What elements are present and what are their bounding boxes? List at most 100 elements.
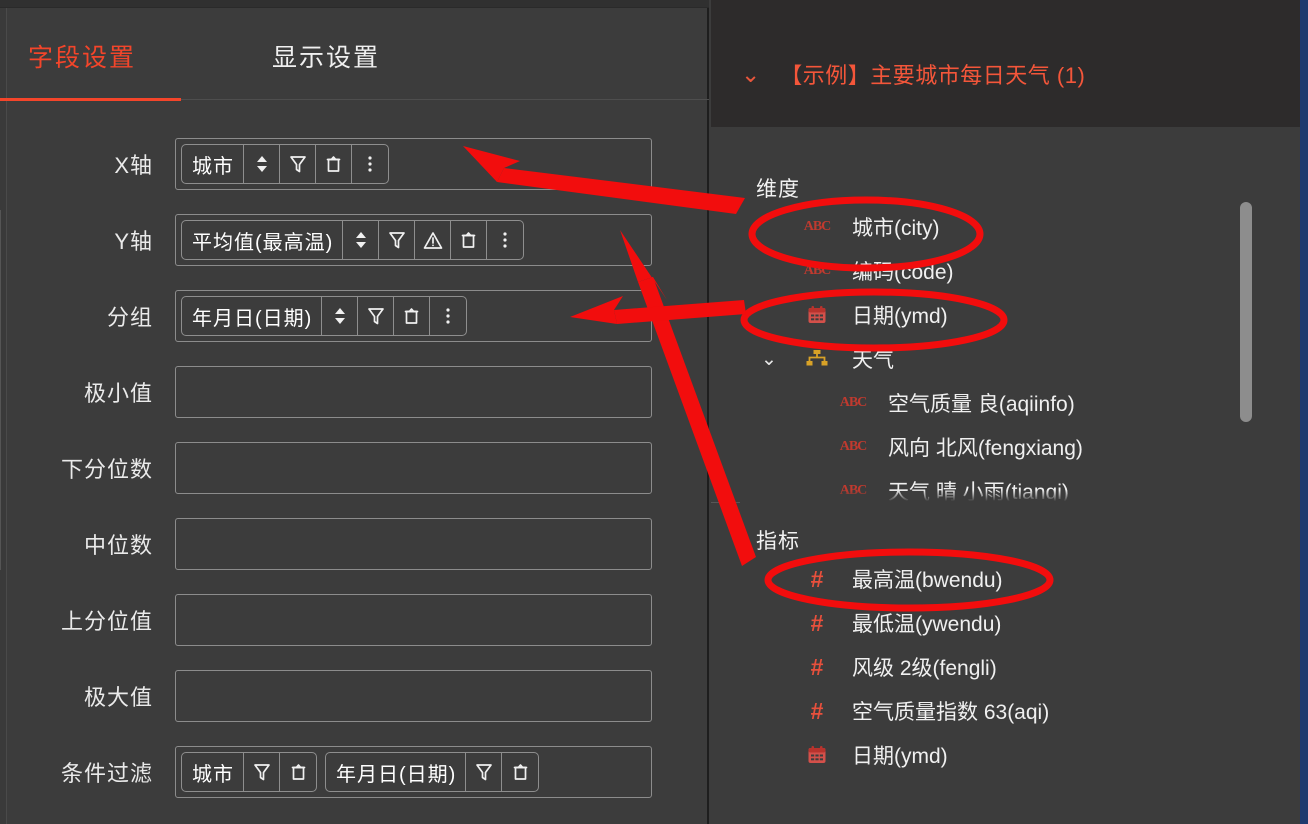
sort-icon[interactable] <box>244 145 280 183</box>
field-row-label: 中位数 <box>83 533 153 558</box>
field-row: X轴 城市 <box>0 138 709 190</box>
field-dropzone[interactable] <box>175 442 652 494</box>
field-chip[interactable]: 平均值(最高温) <box>181 220 525 260</box>
warning-icon[interactable] <box>415 221 452 259</box>
field-rows-container: X轴 城市 Y轴 平均值(最高温) 分组 年月日(日期) 极小值 下分位数 中位数 上分位值 极大值… <box>0 100 709 824</box>
field-row-label: X轴 <box>114 153 153 178</box>
metric-label: 最低温(ywendu) <box>852 613 1002 636</box>
metric-label: 日期(ymd) <box>852 745 948 768</box>
chart-field-config-screen: 字段设置 显示设置 X轴 城市 Y轴 平均值(最高温) 分组 年月日(日期) 极小值 下分位数… <box>0 0 1308 824</box>
calendar-icon <box>800 745 834 765</box>
dataset-title: 【示例】主要城市每日天气 (1) <box>780 63 1086 88</box>
filter-icon[interactable] <box>466 753 503 791</box>
abc-icon: ABC <box>803 219 832 234</box>
dataset-body: 维度 ABC 城市(city) ABC 编码(code) 日期(ymd) ⌄ 天气 ABC 空气… <box>711 127 1308 824</box>
field-row-label: 极小值 <box>83 381 153 406</box>
dimension-list-item[interactable]: ABC 城市(city) <box>756 205 1083 249</box>
field-row: 上分位值 <box>0 594 709 646</box>
metric-list: # 最高温(bwendu) # 最低温(ywendu) # 风级 2级(fengli) # 空… <box>756 557 1049 777</box>
field-settings-panel: 字段设置 显示设置 X轴 城市 Y轴 平均值(最高温) 分组 年月日(日期) 极小值 下分位数… <box>0 0 709 824</box>
dataset-scrollbar-thumb[interactable] <box>1240 202 1252 422</box>
hash-icon: # <box>810 653 824 680</box>
filter-icon[interactable] <box>379 221 416 259</box>
hierarchy-icon <box>800 349 834 369</box>
field-row: Y轴 平均值(最高温) <box>0 214 709 266</box>
dataset-panel: ⌄ 【示例】主要城市每日天气 (1) 维度 ABC 城市(city) ABC 编码(c… <box>711 0 1308 824</box>
field-dropzone[interactable] <box>175 594 652 646</box>
dimension-label: 风向 北风(fengxiang) <box>888 437 1083 460</box>
dimension-list-item[interactable]: ABC 风向 北风(fengxiang) <box>756 425 1083 469</box>
dataset-scrollbar-track[interactable] <box>1240 190 1252 500</box>
dimension-list-item[interactable]: 日期(ymd) <box>756 293 1083 337</box>
more-icon[interactable] <box>430 297 466 335</box>
metric-list-item[interactable]: # 最低温(ywendu) <box>756 601 1049 645</box>
delete-icon[interactable] <box>451 221 488 259</box>
field-row: 中位数 <box>0 518 709 570</box>
dimension-list-item[interactable]: ABC 编码(code) <box>756 249 1083 293</box>
settings-tabbar: 字段设置 显示设置 <box>0 8 709 101</box>
field-chip-label: 年月日(日期) <box>326 753 467 791</box>
field-dropzone[interactable] <box>175 518 652 570</box>
field-dropzone[interactable]: 平均值(最高温) <box>175 214 652 266</box>
field-row-label: 条件过滤 <box>60 761 153 786</box>
dimension-list-item[interactable]: ABC 空气质量 良(aqiinfo) <box>756 381 1083 425</box>
dimension-list-item[interactable]: ABC 天气 晴 小雨(tianqi) <box>756 469 1083 513</box>
field-row-label: 分组 <box>106 305 153 330</box>
dimension-list-item[interactable]: ⌄ 天气 <box>756 337 1083 381</box>
window-topbar <box>0 0 709 8</box>
delete-icon[interactable] <box>280 753 316 791</box>
field-row-label: Y轴 <box>114 229 153 254</box>
chevron-down-icon[interactable]: ⌄ <box>741 62 760 86</box>
field-row: 分组 年月日(日期) <box>0 290 709 342</box>
metric-list-item[interactable]: # 最高温(bwendu) <box>756 557 1049 601</box>
dataset-header: ⌄ 【示例】主要城市每日天气 (1) <box>711 0 1308 127</box>
delete-icon[interactable] <box>394 297 431 335</box>
field-row-label: 上分位值 <box>60 609 153 634</box>
filter-icon[interactable] <box>280 145 316 183</box>
sort-icon[interactable] <box>322 297 359 335</box>
dimension-list: ABC 城市(city) ABC 编码(code) 日期(ymd) ⌄ 天气 ABC 空气质量 … <box>756 205 1083 513</box>
field-chip-label: 平均值(最高温) <box>182 221 344 259</box>
sort-icon[interactable] <box>343 221 380 259</box>
metric-list-item[interactable]: # 风级 2级(fengli) <box>756 645 1049 689</box>
hash-icon: # <box>810 609 824 636</box>
dimension-label: 城市(city) <box>852 217 940 240</box>
field-row-label: 极大值 <box>83 685 153 710</box>
more-icon[interactable] <box>352 145 388 183</box>
filter-icon[interactable] <box>358 297 395 335</box>
field-dropzone[interactable]: 城市 <box>175 138 652 190</box>
dataset-header-row[interactable]: ⌄ 【示例】主要城市每日天气 (1) <box>741 58 1085 90</box>
delete-icon[interactable] <box>502 753 538 791</box>
field-dropzone[interactable] <box>175 366 652 418</box>
field-chip[interactable]: 城市 <box>181 144 389 184</box>
tab-field-settings[interactable]: 字段设置 <box>28 38 136 74</box>
metric-list-item[interactable]: # 空气质量指数 63(aqi) <box>756 689 1050 733</box>
field-row: 极小值 <box>0 366 709 418</box>
dimension-label: 日期(ymd) <box>852 305 948 328</box>
more-icon[interactable] <box>487 221 523 259</box>
abc-icon: ABC <box>803 263 832 278</box>
field-chip[interactable]: 城市 <box>181 752 317 792</box>
chevron-down-icon[interactable]: ⌄ <box>756 348 782 371</box>
filter-icon[interactable] <box>244 753 280 791</box>
abc-icon: ABC <box>839 395 868 410</box>
metric-label: 最高温(bwendu) <box>852 569 1003 592</box>
dimension-label: 天气 <box>852 349 894 372</box>
field-chip[interactable]: 年月日(日期) <box>325 752 540 792</box>
field-row: 条件过滤 城市 年月日(日期) <box>0 746 709 798</box>
field-row: 下分位数 <box>0 442 709 494</box>
calendar-icon <box>800 305 834 325</box>
tab-display-settings[interactable]: 显示设置 <box>272 38 380 74</box>
field-chip[interactable]: 年月日(日期) <box>181 296 468 336</box>
field-row: 极大值 <box>0 670 709 722</box>
metric-list-item[interactable]: 日期(ymd) <box>756 733 1049 777</box>
abc-icon: ABC <box>839 439 868 454</box>
abc-icon: ABC <box>839 483 868 498</box>
field-dropzone[interactable]: 年月日(日期) <box>175 290 652 342</box>
field-row-label: 下分位数 <box>60 457 153 482</box>
delete-icon[interactable] <box>316 145 352 183</box>
field-dropzone[interactable] <box>175 670 652 722</box>
field-dropzone[interactable]: 城市 年月日(日期) <box>175 746 652 798</box>
metric-label: 风级 2级(fengli) <box>852 657 997 680</box>
metrics-section-title: 指标 <box>756 530 800 553</box>
